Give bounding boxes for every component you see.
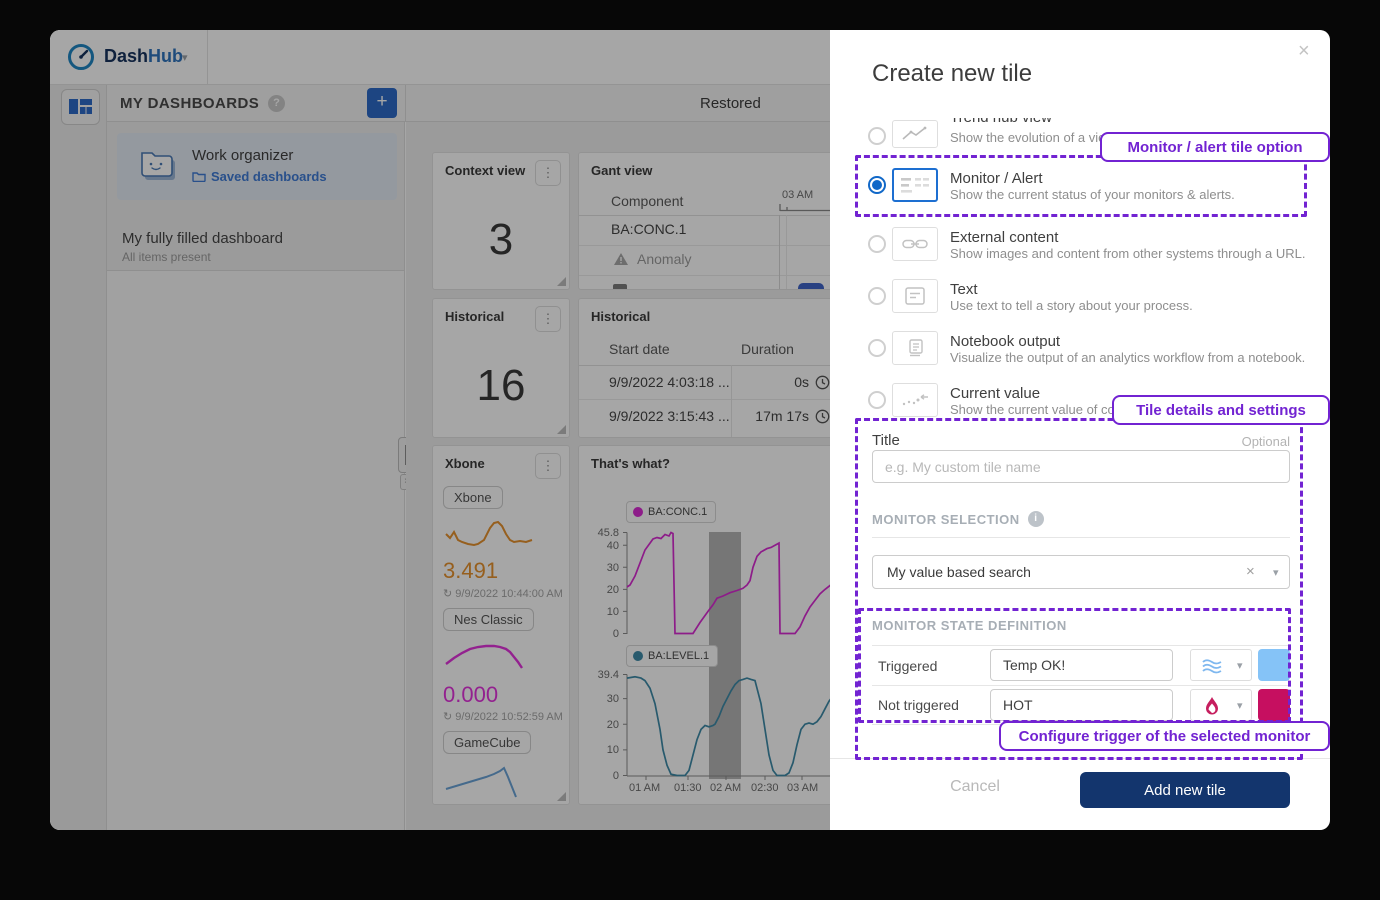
option-desc: Show images and content from other syste… xyxy=(950,246,1306,261)
external-content-tile-icon xyxy=(892,227,938,261)
annotation-label-monitor-option: Monitor / alert tile option xyxy=(1100,132,1330,162)
annotation-box-monitor-option xyxy=(855,155,1307,217)
annotation-label-tile-details: Tile details and settings xyxy=(1112,395,1330,425)
option-desc: Use text to tell a story about your proc… xyxy=(950,298,1193,313)
modal-title: Create new tile xyxy=(872,60,1032,88)
option-label[interactable]: Notebook output xyxy=(950,333,1060,350)
cancel-button[interactable]: Cancel xyxy=(930,778,1020,796)
current-value-tile-icon xyxy=(892,383,938,417)
radio-trend-hub-view[interactable] xyxy=(868,127,886,145)
option-label[interactable]: Text xyxy=(950,281,978,298)
radio-notebook-output[interactable] xyxy=(868,339,886,357)
close-icon[interactable]: × xyxy=(1298,40,1310,63)
annotation-label-configure-trigger: Configure trigger of the selected monito… xyxy=(999,721,1330,751)
annotation-box-state-definition xyxy=(858,608,1291,723)
option-label-clipped: Trend hub view xyxy=(950,118,1170,127)
trend-tile-icon xyxy=(892,120,938,148)
text-tile-icon xyxy=(892,279,938,313)
add-new-tile-button[interactable]: Add new tile xyxy=(1080,772,1290,808)
option-desc: Show the current value of comp xyxy=(950,402,1133,417)
option-label[interactable]: Current value xyxy=(950,385,1040,402)
radio-current-value[interactable] xyxy=(868,391,886,409)
option-desc: Show the evolution of a view xyxy=(950,130,1115,145)
notebook-output-tile-icon xyxy=(892,331,938,365)
option-desc: Visualize the output of an analytics wor… xyxy=(950,350,1305,365)
option-label[interactable]: External content xyxy=(950,229,1058,246)
radio-external-content[interactable] xyxy=(868,235,886,253)
radio-text[interactable] xyxy=(868,287,886,305)
